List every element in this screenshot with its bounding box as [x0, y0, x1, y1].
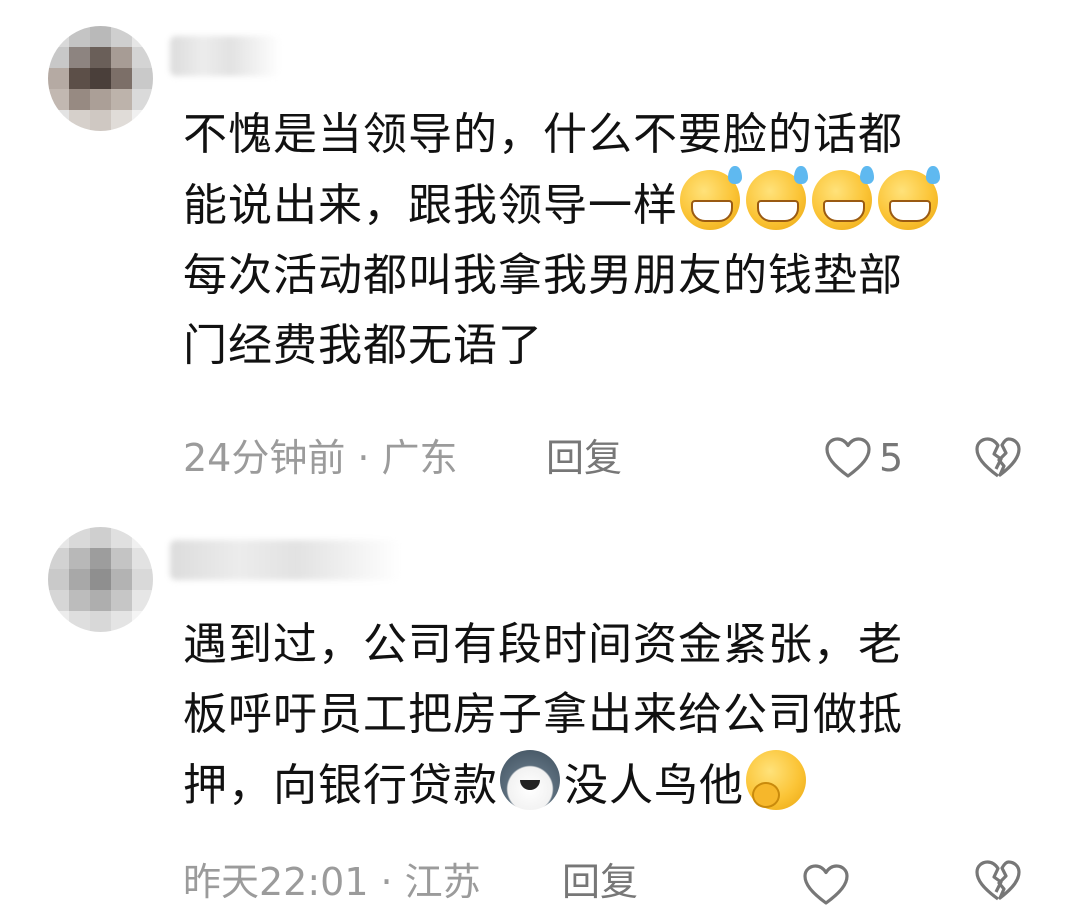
- comment-meta: 24分钟前 · 广东: [183, 433, 457, 483]
- dislike-button[interactable]: [975, 860, 1021, 906]
- dislike-button[interactable]: [975, 437, 1021, 483]
- avatar[interactable]: [48, 527, 153, 632]
- comment-line: 门经费我都无语了: [183, 320, 543, 371]
- grinning-sweat-icon: [746, 166, 808, 230]
- comment-line: 每次活动都叫我拿我男朋友的钱垫部: [183, 250, 903, 301]
- username-blurred[interactable]: [170, 36, 280, 76]
- grinning-sweat-icon: [812, 166, 874, 230]
- comment-meta: 昨天22:01 · 江苏: [183, 857, 481, 907]
- grinning-sweat-icon: [878, 166, 940, 230]
- meta-separator: ·: [357, 436, 370, 480]
- like-button[interactable]: 5: [825, 433, 903, 483]
- like-button[interactable]: [803, 860, 849, 910]
- comment-2: 遇到过，公司有段时间资金紧张，老 板呼吁员工把房子拿出来给公司做抵 押，向银行贷…: [0, 500, 1080, 923]
- heart-icon: [803, 864, 849, 905]
- comment-time: 昨天22:01: [183, 860, 369, 904]
- husky-dog-icon: [500, 750, 560, 810]
- comment-line-text: 押，向银行贷款: [183, 760, 498, 811]
- comment-line: 板呼吁员工把房子拿出来给公司做抵: [183, 689, 903, 740]
- avatar[interactable]: [48, 26, 153, 131]
- reply-button[interactable]: 回复: [546, 433, 622, 483]
- comment-location: 广东: [381, 436, 458, 480]
- comment-time: 24分钟前: [183, 436, 346, 480]
- comment-line-text: 能说出来，跟我领导一样: [183, 180, 678, 231]
- broken-heart-icon: [975, 437, 1021, 478]
- grinning-sweat-icon: [680, 166, 742, 230]
- heart-icon: [825, 437, 871, 478]
- comment-text: 不愧是当领导的，什么不要脸的话都 能说出来，跟我领导一样 每次活动都叫我拿我男朋…: [183, 100, 1023, 381]
- comment-line: 遇到过，公司有段时间资金紧张，老: [183, 619, 903, 670]
- comment-line: 不愧是当领导的，什么不要脸的话都: [183, 109, 903, 160]
- comment-line: 押，向银行贷款 没人鸟他: [183, 750, 1023, 821]
- reply-button[interactable]: 回复: [562, 857, 638, 907]
- username-blurred[interactable]: [170, 540, 400, 580]
- shy-face-icon: [746, 750, 806, 810]
- comment-line-text: 没人鸟他: [564, 760, 744, 811]
- broken-heart-icon: [975, 860, 1021, 901]
- like-count: 5: [879, 436, 904, 480]
- meta-separator: ·: [380, 860, 393, 904]
- comment-text: 遇到过，公司有段时间资金紧张，老 板呼吁员工把房子拿出来给公司做抵 押，向银行贷…: [183, 610, 1023, 821]
- comment-1: 不愧是当领导的，什么不要脸的话都 能说出来，跟我领导一样 每次活动都叫我拿我男朋…: [0, 0, 1080, 500]
- comment-location: 江苏: [404, 860, 481, 904]
- comment-line: 能说出来，跟我领导一样: [183, 166, 1023, 241]
